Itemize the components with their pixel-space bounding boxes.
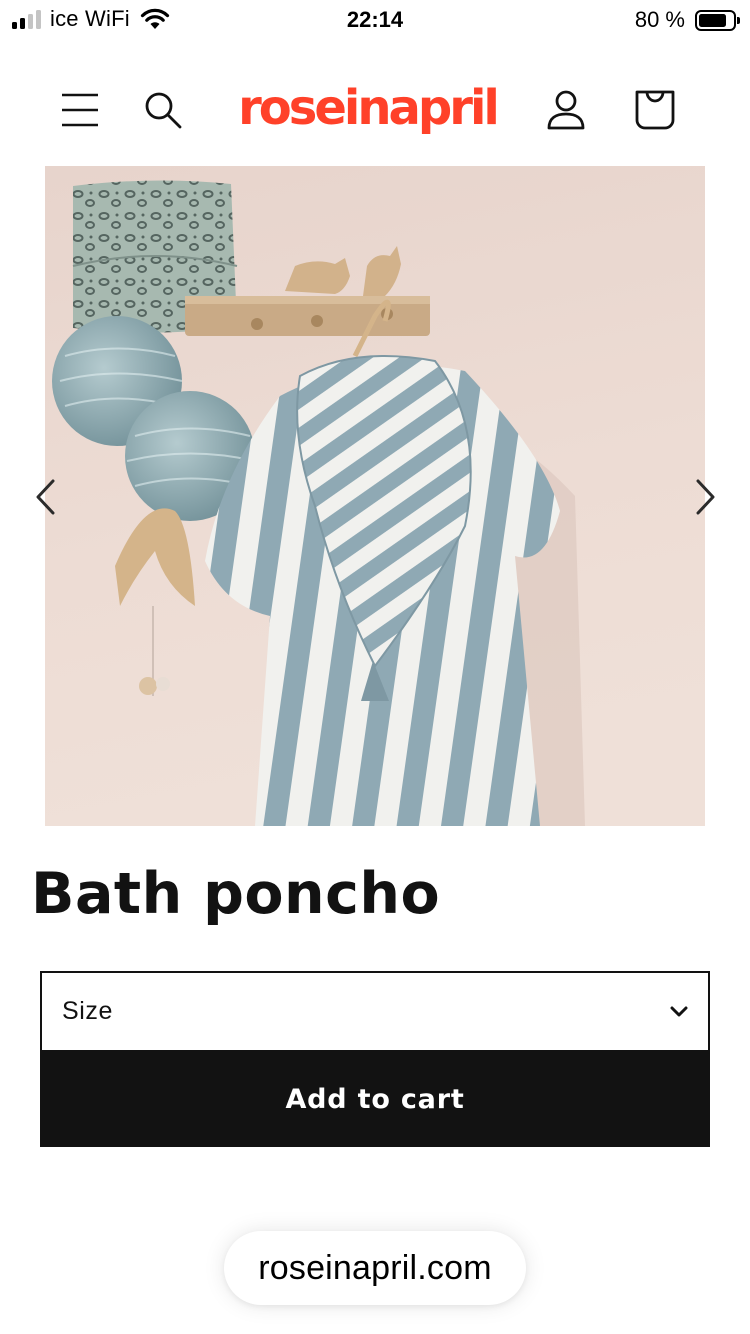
product-image[interactable] bbox=[45, 166, 705, 826]
status-bar: ice WiFi 22:14 80 % bbox=[0, 0, 750, 42]
battery-icon bbox=[695, 9, 740, 31]
account-button[interactable] bbox=[541, 85, 591, 135]
search-icon bbox=[145, 92, 182, 129]
status-right: 80 % bbox=[634, 7, 740, 33]
cart-button[interactable] bbox=[628, 83, 682, 137]
chevron-down-icon bbox=[670, 1006, 688, 1017]
add-to-cart-button[interactable]: Add to cart bbox=[40, 1051, 710, 1147]
menu-icon bbox=[62, 93, 98, 127]
account-icon bbox=[547, 90, 585, 130]
chevron-right-icon bbox=[696, 479, 715, 515]
size-select[interactable]: Size bbox=[40, 971, 710, 1052]
site-header: roseinapril bbox=[0, 70, 750, 150]
previous-image-button[interactable] bbox=[30, 475, 60, 519]
product-title: Bath poncho bbox=[31, 861, 441, 927]
product-photo bbox=[45, 166, 705, 826]
next-image-button[interactable] bbox=[691, 475, 721, 519]
chevron-left-icon bbox=[36, 479, 55, 515]
cart-icon bbox=[635, 90, 675, 130]
battery-percentage: 80 % bbox=[634, 7, 685, 32]
size-select-label: Size bbox=[62, 997, 114, 1025]
menu-button[interactable] bbox=[55, 85, 105, 135]
browser-url-bar[interactable]: roseinapril.com bbox=[224, 1231, 526, 1305]
logo[interactable]: roseinapril bbox=[200, 78, 535, 138]
search-button[interactable] bbox=[138, 85, 188, 135]
